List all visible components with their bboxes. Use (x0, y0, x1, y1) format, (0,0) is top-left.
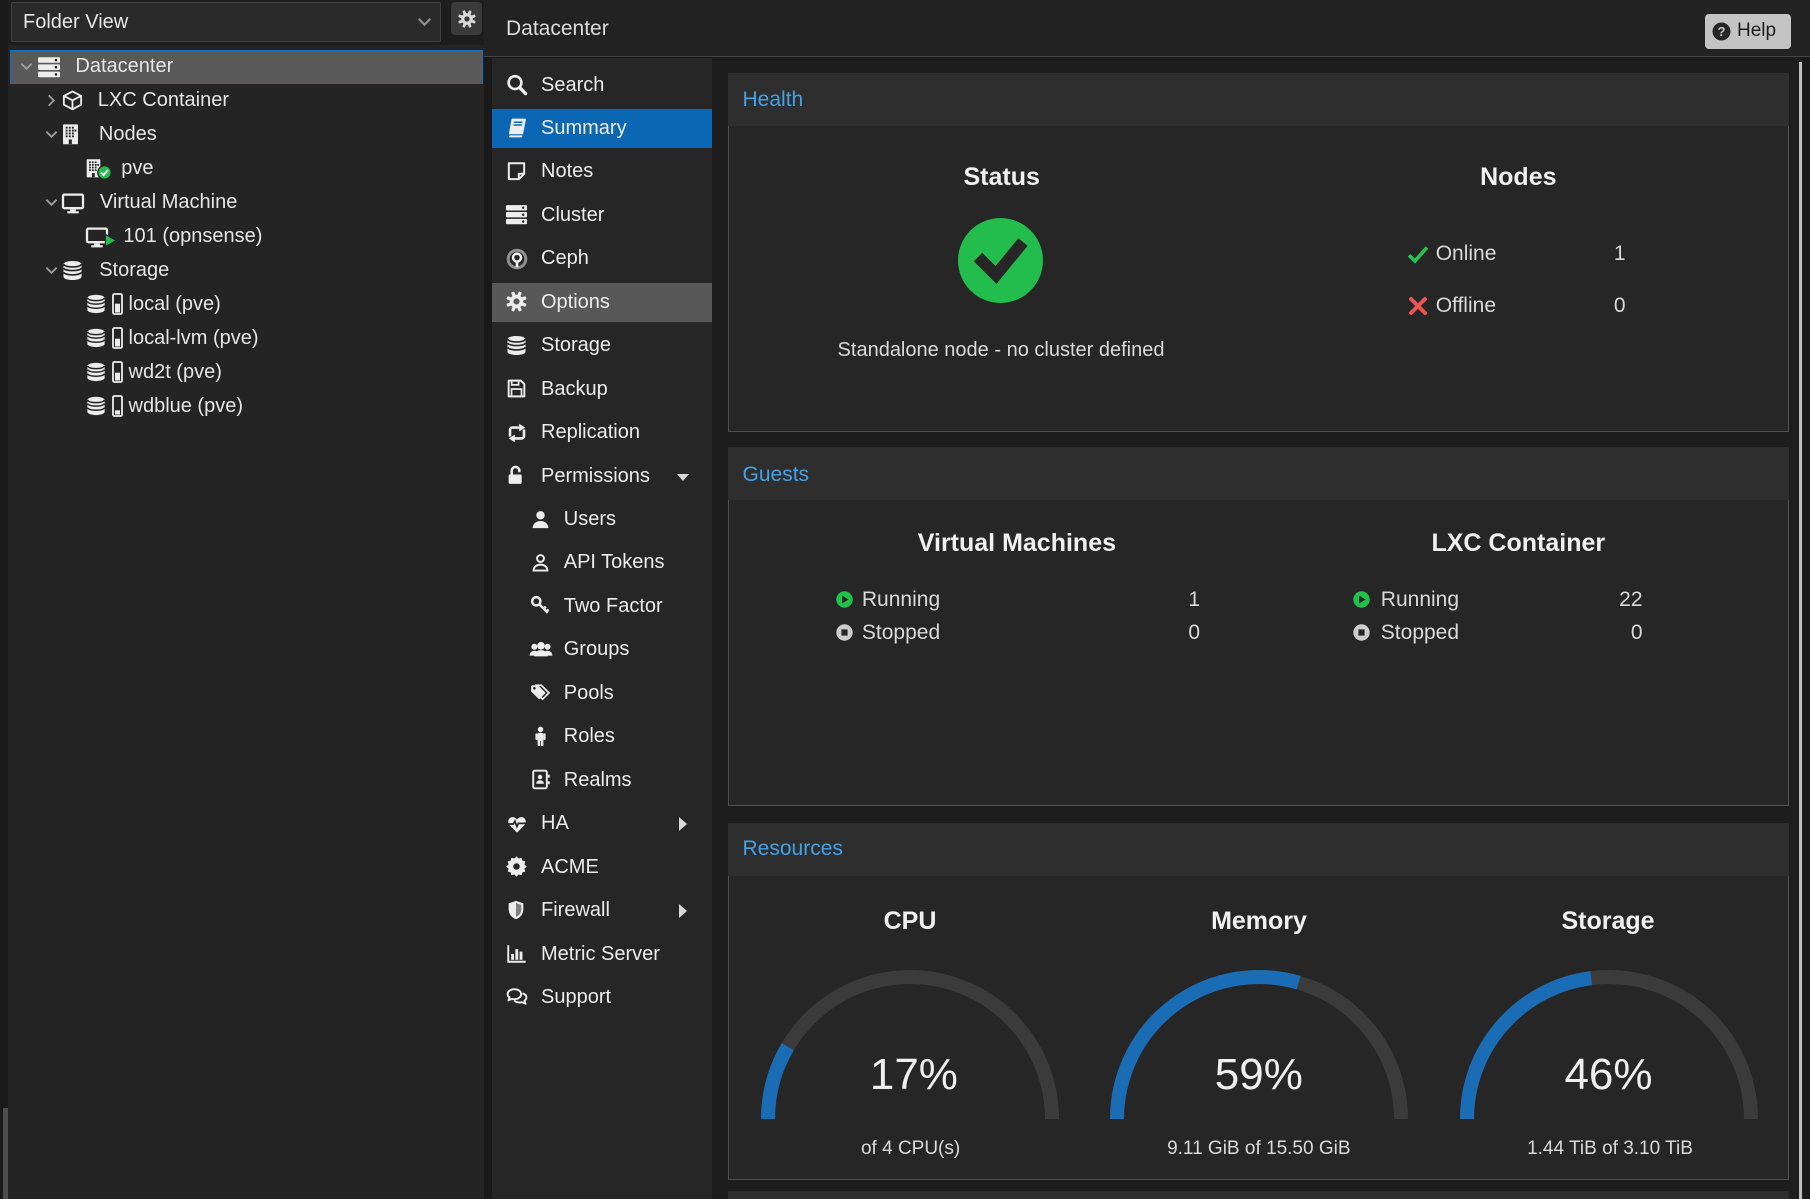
svg-text:?: ? (1718, 24, 1726, 39)
